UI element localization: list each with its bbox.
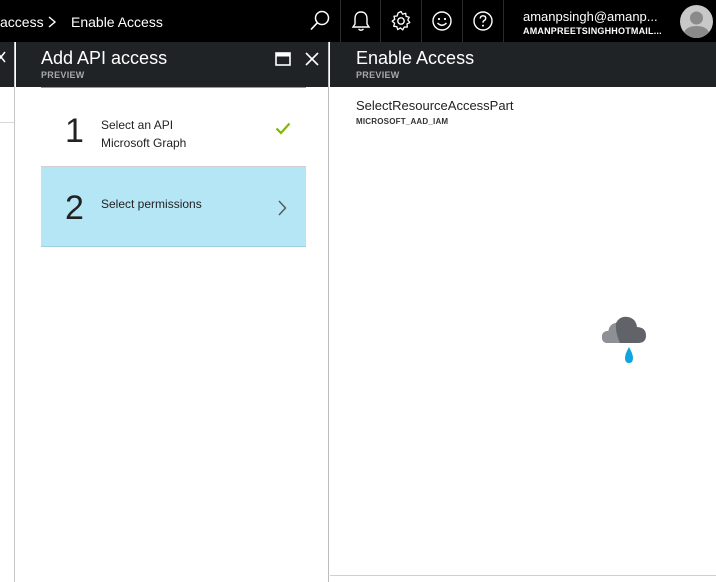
part-extension-name: MICROSOFT_AAD_IAM [356,117,449,126]
blade-title: Enable Access [356,48,475,68]
step-label: Select an API [101,118,174,132]
maximize-icon[interactable] [274,50,292,68]
blade-header: Add API access PREVIEW [16,42,328,87]
step-select-api[interactable]: 1 Select an API Microsoft Graph [41,87,306,167]
settings-gear-icon[interactable] [380,0,420,42]
part-name: SelectResourceAccessPart [356,98,514,113]
feedback-smile-icon[interactable] [421,0,461,42]
avatar[interactable] [680,5,713,38]
account-user-name[interactable]: amanpsingh@amanp... [523,9,668,24]
divider [0,122,14,123]
step-value: Microsoft Graph [101,136,187,150]
notifications-bell-icon[interactable] [340,0,380,42]
step-number: 1 [65,112,84,150]
close-icon[interactable] [303,50,321,68]
previous-blade-edge [0,42,15,582]
add-api-access-blade: Add API access PREVIEW 1 Select an API M… [16,42,329,582]
help-question-icon[interactable] [462,0,502,42]
account-directory-name[interactable]: AMANPREETSINGHHOTMAIL... [523,26,668,36]
close-icon[interactable] [0,51,7,63]
blade-subtitle: PREVIEW [41,70,85,80]
step-label: Select permissions [101,197,202,211]
top-bar: access Enable Access amanpsingh@amanp...… [0,0,716,42]
breadcrumb-item-current[interactable]: Enable Access [71,0,163,42]
previous-blade-header [0,42,14,87]
step-number: 2 [65,189,84,227]
blade-subtitle: PREVIEW [356,70,400,80]
enable-access-blade: Enable Access PREVIEW SelectResourceAcce… [330,42,716,582]
blade-title: Add API access [41,48,168,68]
blade-header: Enable Access PREVIEW [330,42,716,87]
step-select-permissions[interactable]: 2 Select permissions [41,167,306,247]
search-icon[interactable] [300,0,340,42]
toolbar-divider [503,0,504,42]
breadcrumb-item-previous[interactable]: access [0,0,44,42]
divider [330,575,716,576]
chevron-right-icon [277,200,287,221]
loading-cloud-icon [600,312,648,368]
checkmark-icon [275,122,291,140]
